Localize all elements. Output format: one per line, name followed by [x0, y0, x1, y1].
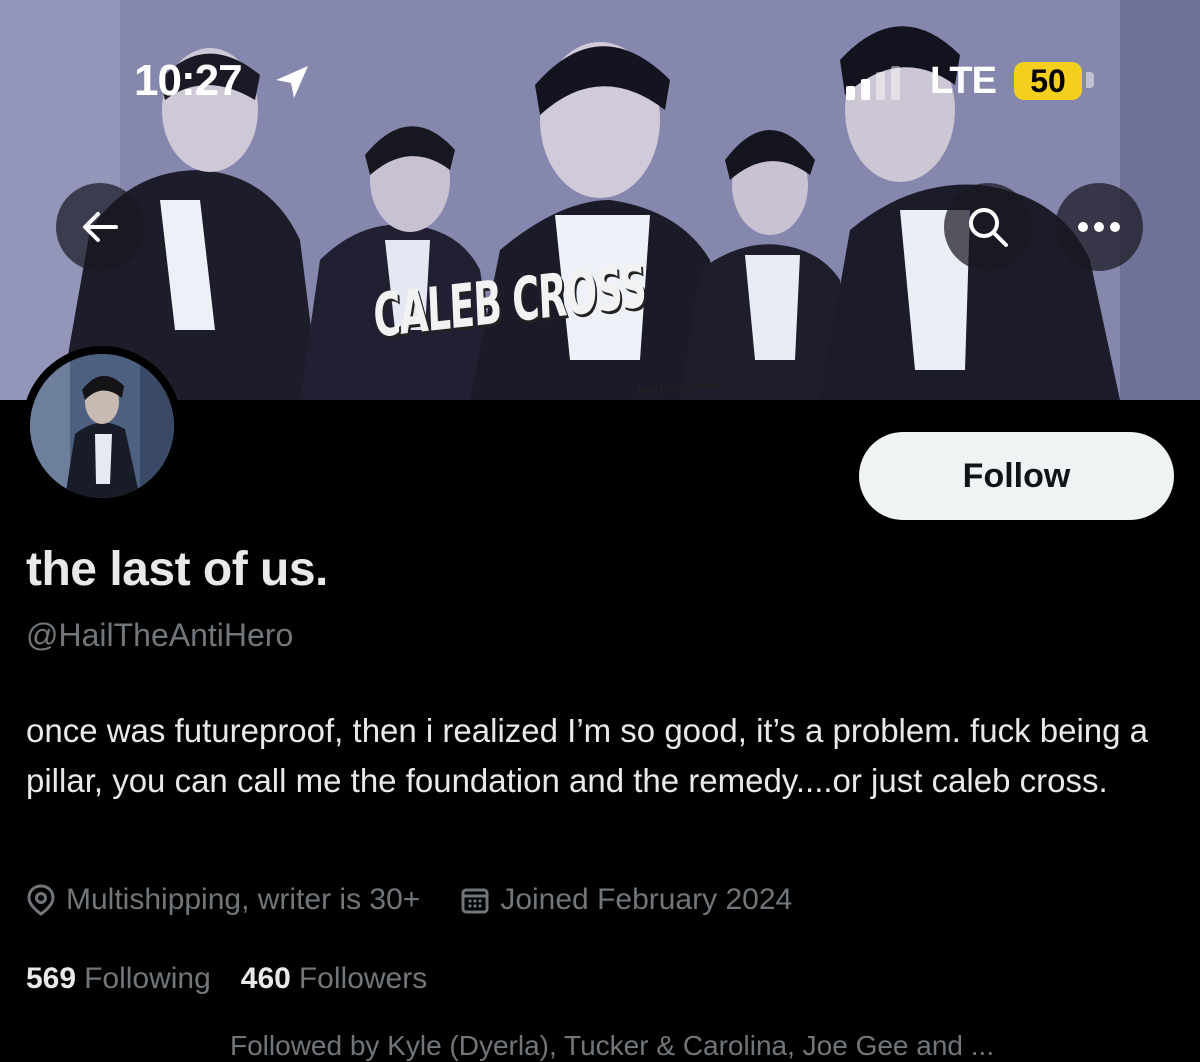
- followed-by-text[interactable]: Followed by Kyle (Dyerla), Tucker & Caro…: [230, 1030, 994, 1062]
- search-button[interactable]: [944, 183, 1032, 271]
- back-button[interactable]: [56, 183, 144, 271]
- location-text: Multishipping, writer is 30+: [66, 883, 421, 916]
- following-link[interactable]: 569 Following: [26, 962, 211, 996]
- following-label: Following: [84, 962, 211, 995]
- profile-banner[interactable]: 10:27 LTE 50 CALEB CROSS HailTheAntiHero: [0, 0, 1200, 400]
- avatar-photo: [30, 354, 174, 498]
- joined-text: Joined February 2024: [500, 883, 793, 916]
- user-handle: @HailTheAntiHero: [26, 617, 294, 653]
- profile-avatar[interactable]: [22, 346, 182, 506]
- search-icon: [969, 208, 1008, 247]
- display-name: the last of us.: [26, 543, 328, 596]
- follow-button[interactable]: Follow: [859, 432, 1174, 520]
- calendar-icon: [461, 888, 489, 914]
- follow-stats: 569 Following 460 Followers: [26, 962, 457, 996]
- location-arrow-icon: [272, 62, 312, 107]
- profile-bio: once was futureproof, then i realized I’…: [26, 712, 1149, 799]
- arrow-left-icon: [83, 212, 118, 242]
- following-count: 569: [26, 962, 77, 995]
- followers-label: Followers: [298, 962, 428, 995]
- status-time: 10:27: [134, 56, 243, 105]
- status-bar: 10:27 LTE 50: [0, 0, 1200, 170]
- more-options-button[interactable]: [1055, 183, 1143, 271]
- followers-count: 460: [240, 962, 291, 995]
- followers-link[interactable]: 460 Followers: [241, 962, 427, 996]
- more-dots-icon: [1078, 222, 1120, 232]
- joined-item: Joined February 2024: [460, 883, 792, 917]
- location-item: Multishipping, writer is 30+: [26, 883, 420, 917]
- battery-tip: [1086, 72, 1094, 88]
- network-type: LTE: [930, 60, 997, 102]
- profile-meta: Multishipping, writer is 30+ Joined Febr…: [26, 880, 832, 920]
- location-pin-icon: [27, 884, 55, 916]
- signal-strength-icon: [846, 66, 910, 105]
- battery-level: 50: [1014, 62, 1082, 100]
